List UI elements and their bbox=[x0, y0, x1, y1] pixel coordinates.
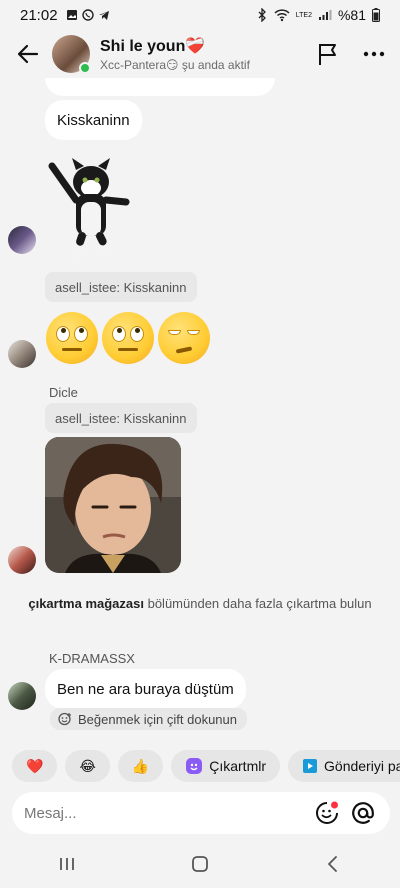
emoji-pupil bbox=[135, 328, 140, 333]
sender-name-text: Dicle bbox=[49, 385, 78, 400]
bluetooth-icon bbox=[258, 8, 266, 22]
header-actions bbox=[314, 40, 388, 68]
portrait-image bbox=[45, 437, 181, 573]
chat-title-block[interactable]: Shi le youn❤️‍🩹 Xcc-Pantera😏 şu anda akt… bbox=[100, 36, 250, 72]
sticker-picker-button[interactable] bbox=[312, 798, 342, 828]
emoji-eye bbox=[74, 326, 88, 342]
message-bubble[interactable]: Ben ne ara buraya düştüm bbox=[45, 669, 246, 709]
sticker-store-link[interactable]: çıkartma mağazası bbox=[28, 596, 144, 611]
gallery-icon bbox=[66, 10, 77, 20]
emoji-rolling-eyes[interactable] bbox=[46, 312, 98, 364]
home-button[interactable] bbox=[175, 846, 225, 882]
message-input[interactable] bbox=[24, 804, 306, 822]
quick-reaction-thumbs-up[interactable]: 👍 bbox=[117, 750, 164, 782]
back-button[interactable] bbox=[12, 38, 44, 70]
sender-avatar[interactable] bbox=[8, 340, 36, 368]
double-tap-like-hint[interactable]: Beğenmek için çift dokunun bbox=[50, 708, 247, 730]
message-text: Ben ne ara buraya düştüm bbox=[57, 680, 234, 698]
battery-percent: %81 bbox=[337, 7, 366, 23]
telegram-icon bbox=[98, 11, 109, 20]
recent-apps-button[interactable] bbox=[42, 846, 92, 882]
whatsapp-icon bbox=[81, 9, 94, 21]
status-time: 21:02 bbox=[20, 6, 58, 24]
title-heart-emoji: ❤️‍🩹 bbox=[185, 38, 206, 55]
stickers-button[interactable]: Çıkartmlr bbox=[171, 750, 281, 782]
sticker-store-rest: bölümünden daha fazla çıkartma bulun bbox=[143, 596, 372, 611]
add-reaction-icon bbox=[58, 712, 71, 726]
chat-title: Shi le youn❤️‍🩹 bbox=[100, 36, 250, 56]
emoji-eye bbox=[130, 326, 144, 342]
quick-reactions-bar: ❤️ 😂 👍 Çıkartmlr Gönderiyi pa bbox=[12, 750, 400, 784]
report-flag-button[interactable] bbox=[314, 40, 342, 68]
sticker-store-hint: çıkartma mağazası bölümünden daha fazla … bbox=[0, 596, 400, 612]
sticker-face-icon bbox=[316, 801, 338, 824]
heart-emoji: ❤️ bbox=[26, 757, 44, 774]
system-back-button[interactable] bbox=[308, 846, 358, 882]
thumbs-up-emoji: 👍 bbox=[131, 757, 150, 774]
message-bubble-cut[interactable] bbox=[45, 78, 275, 96]
photo-sticker[interactable] bbox=[45, 437, 181, 573]
sender-avatar[interactable] bbox=[8, 682, 36, 710]
emoji-unamused[interactable] bbox=[158, 312, 210, 364]
emoji-eye bbox=[112, 326, 126, 342]
status-bar: 21:02 LTE2 %81 bbox=[0, 0, 400, 30]
message-bubble[interactable]: Kisskaninn bbox=[45, 100, 142, 140]
more-dots-icon bbox=[363, 51, 385, 57]
cat-sticker[interactable] bbox=[46, 152, 136, 258]
chevron-left-icon bbox=[328, 856, 338, 872]
mention-button[interactable] bbox=[348, 798, 378, 828]
emoji-eye bbox=[168, 330, 181, 335]
group-avatar[interactable] bbox=[52, 35, 91, 74]
emoji-rolling-eyes[interactable] bbox=[102, 312, 154, 364]
send-post-button[interactable]: Gönderiyi pa bbox=[288, 750, 400, 782]
flag-icon bbox=[319, 44, 336, 65]
laugh-emoji: 😂 bbox=[79, 757, 96, 774]
stickers-label: Çıkartmlr bbox=[209, 758, 267, 774]
emoji-mouth bbox=[62, 348, 82, 351]
emoji-mouth bbox=[118, 348, 138, 351]
system-nav-bar bbox=[0, 840, 400, 888]
status-system-icons: LTE2 %81 bbox=[256, 7, 380, 23]
reply-preview[interactable]: asell_istee: Kisskaninn bbox=[45, 403, 197, 433]
sticker-icon bbox=[186, 758, 203, 774]
emoji-pupil bbox=[61, 328, 66, 333]
emoji-pupil bbox=[79, 328, 84, 333]
recent-apps-icon bbox=[59, 858, 74, 870]
wifi-icon bbox=[274, 9, 290, 22]
message-text: Kisskaninn bbox=[57, 111, 130, 129]
emoji-pupil bbox=[117, 328, 122, 333]
emoji-eye bbox=[187, 330, 200, 335]
more-options-button[interactable] bbox=[360, 40, 388, 68]
reply-preview[interactable]: asell_istee: Kisskaninn bbox=[45, 272, 197, 302]
sender-avatar[interactable] bbox=[8, 226, 36, 254]
sender-name: Dicle bbox=[49, 385, 78, 400]
like-hint-text: Beğenmek için çift dokunun bbox=[78, 711, 237, 727]
home-icon bbox=[192, 856, 208, 872]
active-status: Xcc-Pantera😏 şu anda aktif bbox=[100, 58, 250, 72]
online-indicator bbox=[79, 62, 91, 74]
network-type: LTE2 bbox=[295, 11, 312, 19]
message-list[interactable]: Kisskaninn asell_istee: Kisskaninn Dicle… bbox=[0, 78, 400, 748]
at-icon bbox=[352, 802, 374, 824]
battery-icon bbox=[372, 8, 380, 22]
message-composer bbox=[12, 792, 390, 834]
quick-reaction-heart[interactable]: ❤️ bbox=[12, 750, 58, 782]
sender-name: K-DRAMASSX bbox=[49, 651, 135, 666]
send-post-label: Gönderiyi pa bbox=[324, 758, 400, 774]
quick-reaction-laugh[interactable]: 😂 bbox=[65, 750, 110, 782]
arrow-left-icon bbox=[17, 44, 39, 64]
sender-avatar[interactable] bbox=[8, 546, 36, 574]
emoji-eye bbox=[56, 326, 70, 342]
chat-header: Shi le youn❤️‍🩹 Xcc-Pantera😏 şu anda akt… bbox=[0, 30, 400, 78]
signal-icon bbox=[318, 10, 332, 20]
status-notification-icons bbox=[66, 9, 110, 21]
chat-title-text: Shi le youn bbox=[100, 38, 186, 55]
post-icon bbox=[303, 759, 318, 773]
emoji-mouth bbox=[175, 346, 193, 354]
